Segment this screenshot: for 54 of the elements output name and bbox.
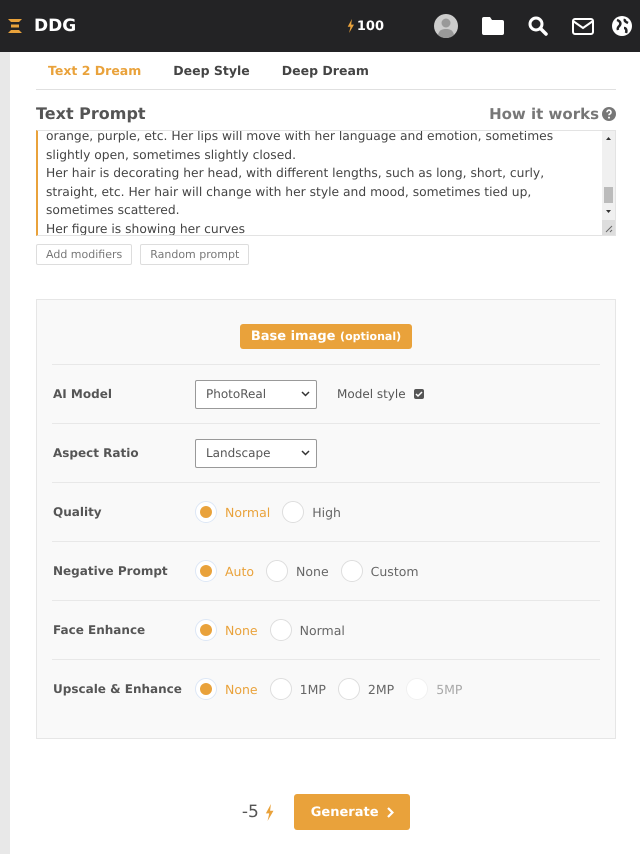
dropdown[interactable]: PhotoReal [195, 380, 317, 408]
prompt-button[interactable]: Add modifiers [36, 244, 132, 265]
setting-label: Negative Prompt [53, 564, 169, 578]
menu-icon[interactable] [8, 18, 22, 34]
radio-label: 5MP [436, 682, 462, 696]
radio-button[interactable] [195, 560, 217, 582]
radio-label: 1MP [300, 682, 326, 696]
tab[interactable]: Deep Dream [272, 63, 379, 78]
radio-button[interactable] [338, 678, 360, 700]
radio-button[interactable] [195, 501, 217, 523]
setting-label: AI Model [53, 387, 113, 401]
bolt-icon [264, 804, 274, 820]
radio-label: None [225, 682, 258, 696]
setting-label: Aspect Ratio [53, 446, 140, 460]
radio-label: None [225, 622, 258, 638]
prompt-button[interactable]: Random prompt [140, 244, 250, 265]
dropdown[interactable]: Landscape [195, 438, 317, 468]
prompt-field[interactable]: orange, purple, etc. Her lips will move with her language and emotion, sometimes slightly open, sometimes slightly closed. Her hair is decorating her head, with different lengths, such as long, short, curly, straight, etc. Her hair will change with her style and mood, sometimes tied up, sometimes scattered. Her figure is showing her curves [36, 130, 616, 236]
scrollbar-drawing[interactable] [602, 131, 615, 235]
search-icon[interactable] [528, 16, 548, 36]
radio-button[interactable] [270, 678, 292, 700]
radio-label: High [312, 504, 341, 520]
radio-label: None [296, 564, 329, 578]
radio-button[interactable] [195, 678, 217, 700]
radio-label: Normal [225, 504, 270, 520]
checkbox[interactable] [414, 389, 424, 399]
chevron-down-icon [301, 391, 310, 397]
radio-button[interactable] [195, 619, 217, 641]
chevron-right-icon [386, 806, 394, 818]
setting-label: Quality [53, 505, 103, 519]
bolt-icon [347, 19, 355, 33]
section-title: Text Prompt [36, 104, 146, 123]
checkbox-label: Model style [337, 387, 406, 401]
help-icon [602, 106, 616, 120]
radio-button[interactable] [270, 619, 292, 641]
tab[interactable]: Deep Style [163, 63, 260, 78]
radio-button[interactable] [282, 501, 304, 523]
radio-label: 2MP [368, 682, 394, 696]
avatar-icon[interactable] [434, 14, 458, 38]
radio-label: Auto [225, 564, 254, 578]
radio-label: Custom [370, 564, 419, 578]
radio-label: Normal [300, 622, 345, 638]
help-link[interactable]: How it works [489, 104, 616, 122]
setting-label: Upscale & Enhance [53, 682, 183, 696]
folder-icon[interactable] [482, 17, 504, 35]
mail-icon[interactable] [572, 18, 594, 34]
radio-button[interactable] [266, 560, 288, 582]
setting-label: Face Enhance [53, 623, 146, 637]
credits-balance: 100 [347, 18, 384, 34]
chevron-down-icon [301, 450, 310, 456]
app-logo: DDG [34, 16, 76, 36]
globe-icon[interactable] [612, 16, 632, 36]
cost-label: -5 [242, 802, 259, 822]
radio-button[interactable] [340, 560, 363, 582]
